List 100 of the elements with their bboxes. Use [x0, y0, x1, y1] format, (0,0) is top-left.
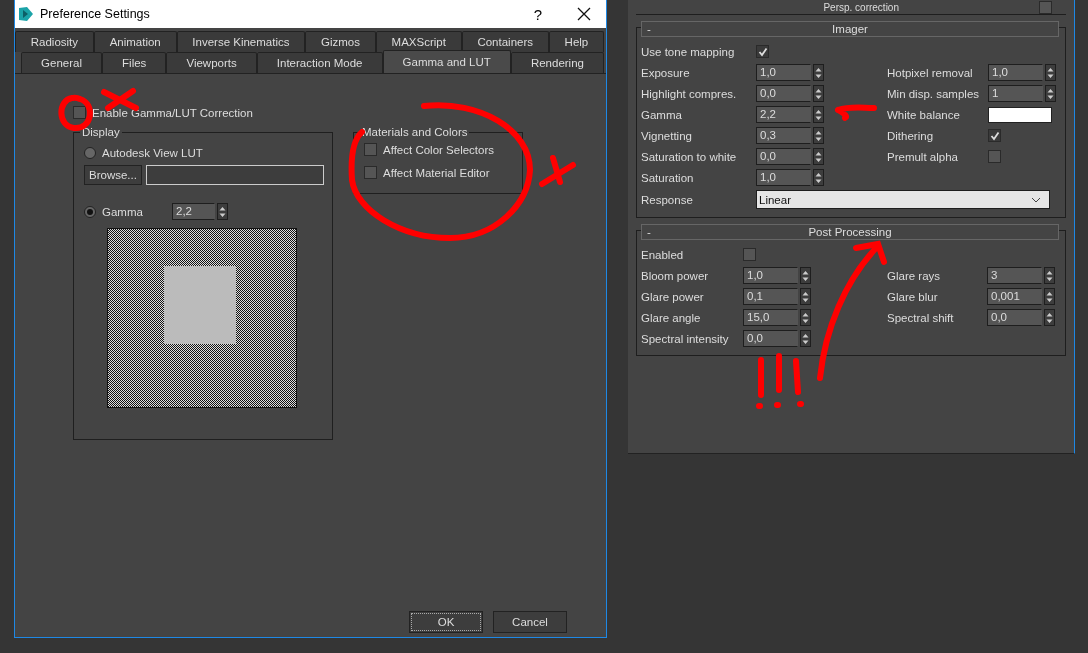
- tab[interactable]: Animation: [93, 31, 177, 52]
- spin-button[interactable]: [800, 288, 811, 305]
- field-label: Use tone mapping: [641, 45, 736, 58]
- field-label: Highlight compres.: [641, 87, 738, 100]
- checkbox[interactable]: [743, 248, 756, 261]
- cross-mark: [539, 155, 576, 187]
- tab[interactable]: Gamma and LUT: [382, 50, 511, 73]
- spin-button[interactable]: [813, 169, 824, 186]
- radio-label: Gamma: [102, 205, 144, 218]
- tab[interactable]: Gizmos: [305, 31, 376, 52]
- number-field[interactable]: 0,0: [756, 148, 811, 165]
- window-title: Preference Settings: [40, 7, 151, 21]
- field-label: Exposure: [641, 66, 691, 79]
- rollout-title: Imager: [832, 23, 868, 35]
- tab[interactable]: Inverse Kinematics: [176, 31, 306, 52]
- number-field[interactable]: 1,0: [756, 64, 811, 81]
- arrow-mark: [835, 104, 877, 121]
- collapse-toggle[interactable]: -: [642, 23, 651, 35]
- cross-mark: [101, 88, 139, 111]
- field-label: Spectral shift: [887, 311, 955, 324]
- checkbox-label: Affect Material Editor: [383, 166, 490, 179]
- checkbox[interactable]: [364, 143, 377, 156]
- field-label: Min disp. samples: [887, 87, 981, 100]
- spin-button[interactable]: [217, 203, 228, 220]
- rollout-header[interactable]: - Post Processing: [641, 224, 1059, 240]
- number-field[interactable]: 0,001: [987, 288, 1042, 305]
- number-field[interactable]: 2,2: [172, 203, 215, 220]
- number-field[interactable]: 0,0: [756, 85, 811, 102]
- tab[interactable]: Viewports: [166, 52, 257, 73]
- field-label: Response: [641, 193, 694, 206]
- collapse-toggle[interactable]: -: [642, 226, 651, 238]
- radio-button[interactable]: [84, 147, 96, 159]
- radio-label: Autodesk View LUT: [102, 147, 203, 159]
- number-field[interactable]: 1,0: [756, 169, 811, 186]
- field-label: Gamma: [641, 108, 683, 121]
- spin-button[interactable]: [1044, 309, 1055, 326]
- help-button[interactable]: ?: [516, 0, 560, 28]
- spin-button[interactable]: [813, 148, 824, 165]
- field-label: Glare blur: [887, 290, 939, 303]
- rollout-title: Post Processing: [808, 226, 892, 238]
- checkbox[interactable]: [1039, 0, 1052, 14]
- number-field[interactable]: 0,0: [987, 309, 1042, 326]
- tab[interactable]: Containers: [461, 31, 549, 52]
- tab[interactable]: Help: [548, 31, 605, 52]
- color-swatch[interactable]: [988, 106, 1052, 123]
- spin-button[interactable]: [813, 64, 824, 81]
- tab[interactable]: Files: [102, 52, 167, 73]
- checkbox[interactable]: [988, 150, 1001, 163]
- dialog-button[interactable]: Cancel: [493, 611, 567, 633]
- tab[interactable]: Radiosity: [15, 31, 94, 52]
- spin-button[interactable]: [800, 330, 811, 347]
- radio-button[interactable]: [84, 205, 96, 218]
- checkbox[interactable]: [364, 166, 377, 179]
- spin-button[interactable]: [813, 106, 824, 123]
- spin-button[interactable]: [1045, 64, 1056, 81]
- checkbox-label: Enable Gamma/LUT Correction: [92, 106, 253, 119]
- number-field[interactable]: 0,1: [743, 288, 798, 305]
- field-label: Glare rays: [887, 269, 942, 282]
- field-label: Persp. correction: [823, 1, 899, 13]
- field-label: Saturation: [641, 171, 695, 184]
- field-label: Glare power: [641, 290, 705, 303]
- dialog-button[interactable]: OK: [409, 611, 483, 633]
- checkbox[interactable]: [73, 106, 86, 119]
- checkbox-label: Affect Color Selectors: [383, 143, 494, 156]
- checkbox[interactable]: [756, 45, 769, 58]
- group-title: Materials and Colors: [360, 126, 470, 138]
- number-field[interactable]: 1,0: [743, 267, 798, 284]
- field-label: Enabled: [641, 248, 685, 261]
- spin-button[interactable]: [1044, 267, 1055, 284]
- spin-button[interactable]: [813, 127, 824, 144]
- dropdown[interactable]: Linear: [756, 190, 1050, 209]
- field-label: Dithering: [887, 129, 935, 142]
- browse-button[interactable]: Browse...: [84, 165, 142, 185]
- path-field[interactable]: [145, 165, 324, 185]
- number-field[interactable]: 1: [988, 85, 1043, 102]
- field-label: Premult alpha: [887, 150, 959, 163]
- spin-button[interactable]: [813, 85, 824, 102]
- field-label: Glare angle: [641, 311, 702, 324]
- rollout-header[interactable]: - Imager: [641, 21, 1059, 37]
- number-field[interactable]: 3: [987, 267, 1042, 284]
- group-title: Display: [80, 126, 122, 138]
- field-label: Bloom power: [641, 269, 710, 282]
- spin-button[interactable]: [1045, 85, 1056, 102]
- tab[interactable]: Interaction Mode: [256, 52, 383, 73]
- checkbox[interactable]: [988, 129, 1001, 142]
- spin-button[interactable]: [1044, 288, 1055, 305]
- number-field[interactable]: 0,3: [756, 127, 811, 144]
- tab[interactable]: General: [21, 52, 102, 73]
- number-field[interactable]: 1,0: [988, 64, 1043, 81]
- number-field[interactable]: 15,0: [743, 309, 798, 326]
- field-label: Hotpixel removal: [887, 66, 974, 79]
- spin-button[interactable]: [800, 267, 811, 284]
- field-label: Saturation to white: [641, 150, 738, 163]
- field-label: Vignetting: [641, 129, 693, 142]
- spin-button[interactable]: [800, 309, 811, 326]
- number-field[interactable]: 2,2: [756, 106, 811, 123]
- tab[interactable]: Rendering: [510, 52, 604, 73]
- number-field[interactable]: 0,0: [743, 330, 798, 347]
- chevron-down-icon: [1031, 196, 1041, 203]
- field-label: Spectral intensity: [641, 332, 730, 345]
